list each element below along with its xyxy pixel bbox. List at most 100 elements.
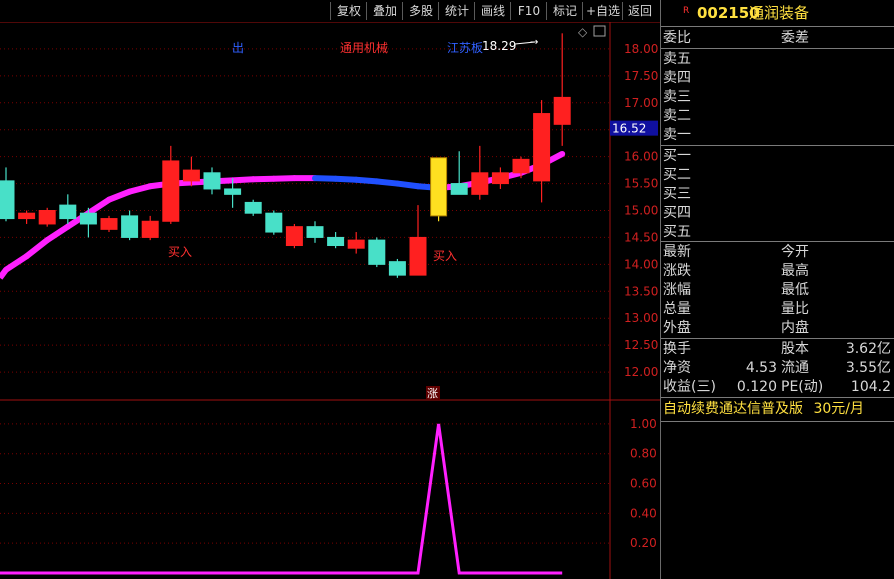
quote-label: 外盘: [663, 320, 691, 336]
divider: [661, 241, 894, 242]
buy-level-label: 买四: [663, 205, 691, 221]
y-tick-label: 12.50: [624, 338, 658, 352]
y-tick-label: 16.00: [624, 150, 658, 164]
y-tick-label: 17.00: [624, 96, 658, 110]
candle-body: [285, 226, 303, 247]
chart-annotation: 出: [232, 41, 244, 55]
sell-level-label: 卖五: [663, 51, 691, 67]
candle-body: [162, 160, 180, 222]
candle-body: [471, 172, 489, 195]
quote-label: 今开: [781, 244, 809, 260]
candle-body: [347, 239, 365, 249]
moving-average-segment: [250, 175, 277, 183]
fundamental-label: 换手: [663, 341, 691, 357]
toolbar-button-8[interactable]: 返回: [622, 2, 657, 20]
candle-body: [265, 212, 283, 233]
fundamental-value: 3.55亿: [845, 360, 891, 376]
y-tick-label: 13.00: [624, 311, 658, 325]
divider: [661, 48, 894, 49]
toolbar-button-3[interactable]: 统计: [438, 2, 475, 20]
y-tick-label: 18.00: [624, 42, 658, 56]
window-icon: [593, 25, 606, 37]
toolbar-button-7[interactable]: +自选: [582, 2, 623, 20]
toolbar-button-5[interactable]: F10: [510, 2, 547, 20]
chart-annotation: 江苏板: [447, 41, 483, 55]
candle-body: [368, 239, 386, 265]
buy-level-label: 买三: [663, 186, 691, 202]
quote-label: 量比: [781, 301, 809, 317]
ad-text: 自动续费通达信普及版: [663, 401, 803, 417]
commission-diff-label: 委差: [781, 30, 809, 46]
buy-level-label: 买二: [663, 167, 691, 183]
quote-label: 最新: [663, 244, 691, 260]
y-tick-label: 15.00: [624, 204, 658, 218]
candle-body: [203, 172, 221, 190]
candle-body: [38, 210, 56, 225]
candle-body: [430, 157, 448, 217]
quote-label: 涨跌: [663, 263, 691, 279]
current-price-value: 16.52: [612, 122, 646, 136]
toolbar-button-4[interactable]: 画线: [474, 2, 511, 20]
chart-annotation: 买入: [433, 249, 457, 263]
candle-body: [18, 212, 36, 220]
y-tick-label: 14.50: [624, 230, 658, 244]
divider: [661, 145, 894, 146]
candle-body: [244, 201, 262, 214]
divider: [661, 338, 894, 339]
fundamental-label: 流通: [781, 360, 809, 376]
quote-panel: R 002150 通润装备 委比 委差 卖五 卖四 卖三 卖二 卖一 买一 买二 买三 买四买…: [660, 0, 894, 579]
sell-level-label: 卖二: [663, 108, 691, 124]
indicator-tick-label: 0.40: [630, 506, 657, 520]
moving-average-segment: [353, 176, 380, 185]
candle-body: [0, 180, 15, 220]
moving-average-segment: [44, 223, 71, 244]
candle-body: [491, 172, 509, 185]
divider: [661, 26, 894, 27]
toolbar-button-1[interactable]: 叠加: [366, 2, 403, 20]
fundamental-label: PE(动): [781, 379, 824, 395]
y-tick-label: 13.50: [624, 284, 658, 298]
candle-body: [388, 261, 406, 276]
moving-average-segment: [23, 237, 51, 260]
fundamental-value: 4.53: [745, 360, 777, 376]
candle-body: [533, 113, 551, 182]
indicator-tick-label: 0.20: [630, 536, 657, 550]
y-tick-label: 12.00: [624, 365, 658, 379]
y-tick-label: 14.00: [624, 257, 658, 271]
commission-ratio-label: 委比: [663, 30, 691, 46]
sell-level-label: 卖一: [663, 127, 691, 143]
limit-up-tag: 涨: [427, 387, 438, 400]
toolbar-button-2[interactable]: 多股: [402, 2, 439, 20]
toolbar-button-0[interactable]: 复权: [330, 2, 367, 20]
chart-annotation: 18.29: [482, 39, 516, 53]
chart-annotation: 通用机械: [340, 40, 388, 55]
indicator-tick-label: 0.80: [630, 447, 657, 461]
moving-average-segment: [126, 183, 154, 195]
indicator-line: [0, 423, 563, 575]
kline-chart[interactable]: 12.00 12.50 13.00 13.50 14.00 14.50 15.00 15.50…: [0, 22, 660, 579]
fundamental-label: 股本: [781, 341, 809, 357]
candle-body: [450, 183, 468, 195]
moving-average-segment: [373, 178, 401, 187]
candle-body: [59, 204, 77, 220]
ad-banner[interactable]: 自动续费通达信普及版 30元/月: [663, 400, 864, 419]
candle-body: [224, 188, 242, 195]
moving-average-segment: [85, 196, 112, 217]
candle-body: [409, 236, 427, 276]
candle-body: [512, 158, 530, 174]
fundamental-value: 0.120: [736, 379, 777, 395]
fundamental-value: 3.62亿: [845, 341, 891, 357]
buy-level-label: 买一: [663, 148, 691, 164]
ad-price: 30元/月: [813, 401, 864, 417]
moving-average-segment: [229, 176, 257, 184]
quote-label: 最高: [781, 263, 809, 279]
fundamental-value: 104.2: [850, 379, 891, 395]
fundamental-label: 收益(三): [663, 379, 716, 395]
toolbar-button-6[interactable]: 标记: [546, 2, 583, 20]
moving-average-segment: [0, 267, 9, 280]
high-arrow-head: →: [530, 37, 538, 48]
y-tick-label: 17.50: [624, 69, 658, 83]
stock-name: 通润装备: [749, 4, 810, 22]
candle-body: [306, 226, 324, 238]
sell-level-label: 卖四: [663, 70, 691, 86]
